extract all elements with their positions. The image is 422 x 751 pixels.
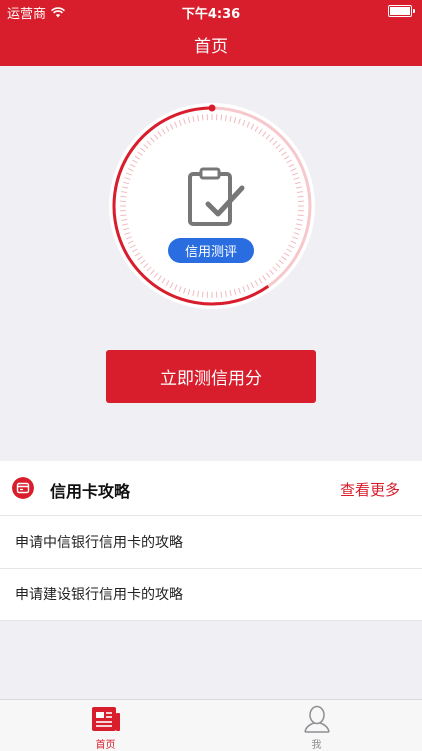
gauge-tick [298,196,304,197]
user-icon [302,705,332,733]
gauge-tick [202,115,203,121]
credit-card-guide-section: 信用卡攻略 查看更多 申请中信银行信用卡的攻略 申请建设银行信用卡的攻略 [0,461,422,620]
navigation-bar: 首页 [0,22,422,66]
gauge-tick [121,196,127,197]
gauge-tick [121,215,127,216]
article-title: 申请建设银行信用卡的攻略 [15,584,183,604]
check-credit-score-label: 立即测信用分 [160,364,262,389]
gauge-tick [221,292,222,298]
clock: 下午4:36 [0,3,422,22]
article-title: 申请中信银行信用卡的攻略 [15,532,183,552]
list-item[interactable]: 申请建设银行信用卡的攻略 [0,568,422,621]
battery-icon [388,5,412,17]
clipboard-check-icon [186,166,246,228]
credit-evaluation-label: 信用测评 [185,241,237,260]
tab-bar: 首页 我 [0,699,422,751]
view-more-link[interactable]: 查看更多 [340,479,400,500]
credit-evaluation-button[interactable]: 信用测评 [168,238,254,263]
tab-me[interactable]: 我 [211,700,422,751]
tab-home-label: 首页 [0,736,211,751]
credit-card-icon [12,477,34,499]
credit-hero: 信用测评 立即测信用分 [0,66,422,449]
section-title: 信用卡攻略 [50,478,130,502]
gauge-tick [221,115,222,121]
gauge-tick [202,292,203,298]
page-title: 首页 [194,32,228,57]
tab-home[interactable]: 首页 [0,700,211,751]
status-bar: 运营商 下午4:36 [0,0,422,22]
check-credit-score-button[interactable]: 立即测信用分 [106,350,316,403]
list-item[interactable]: 申请中信银行信用卡的攻略 [0,516,422,569]
tab-me-label: 我 [211,736,422,751]
gauge-tick [298,215,304,216]
news-icon [91,705,121,733]
section-header: 信用卡攻略 查看更多 [0,461,422,516]
